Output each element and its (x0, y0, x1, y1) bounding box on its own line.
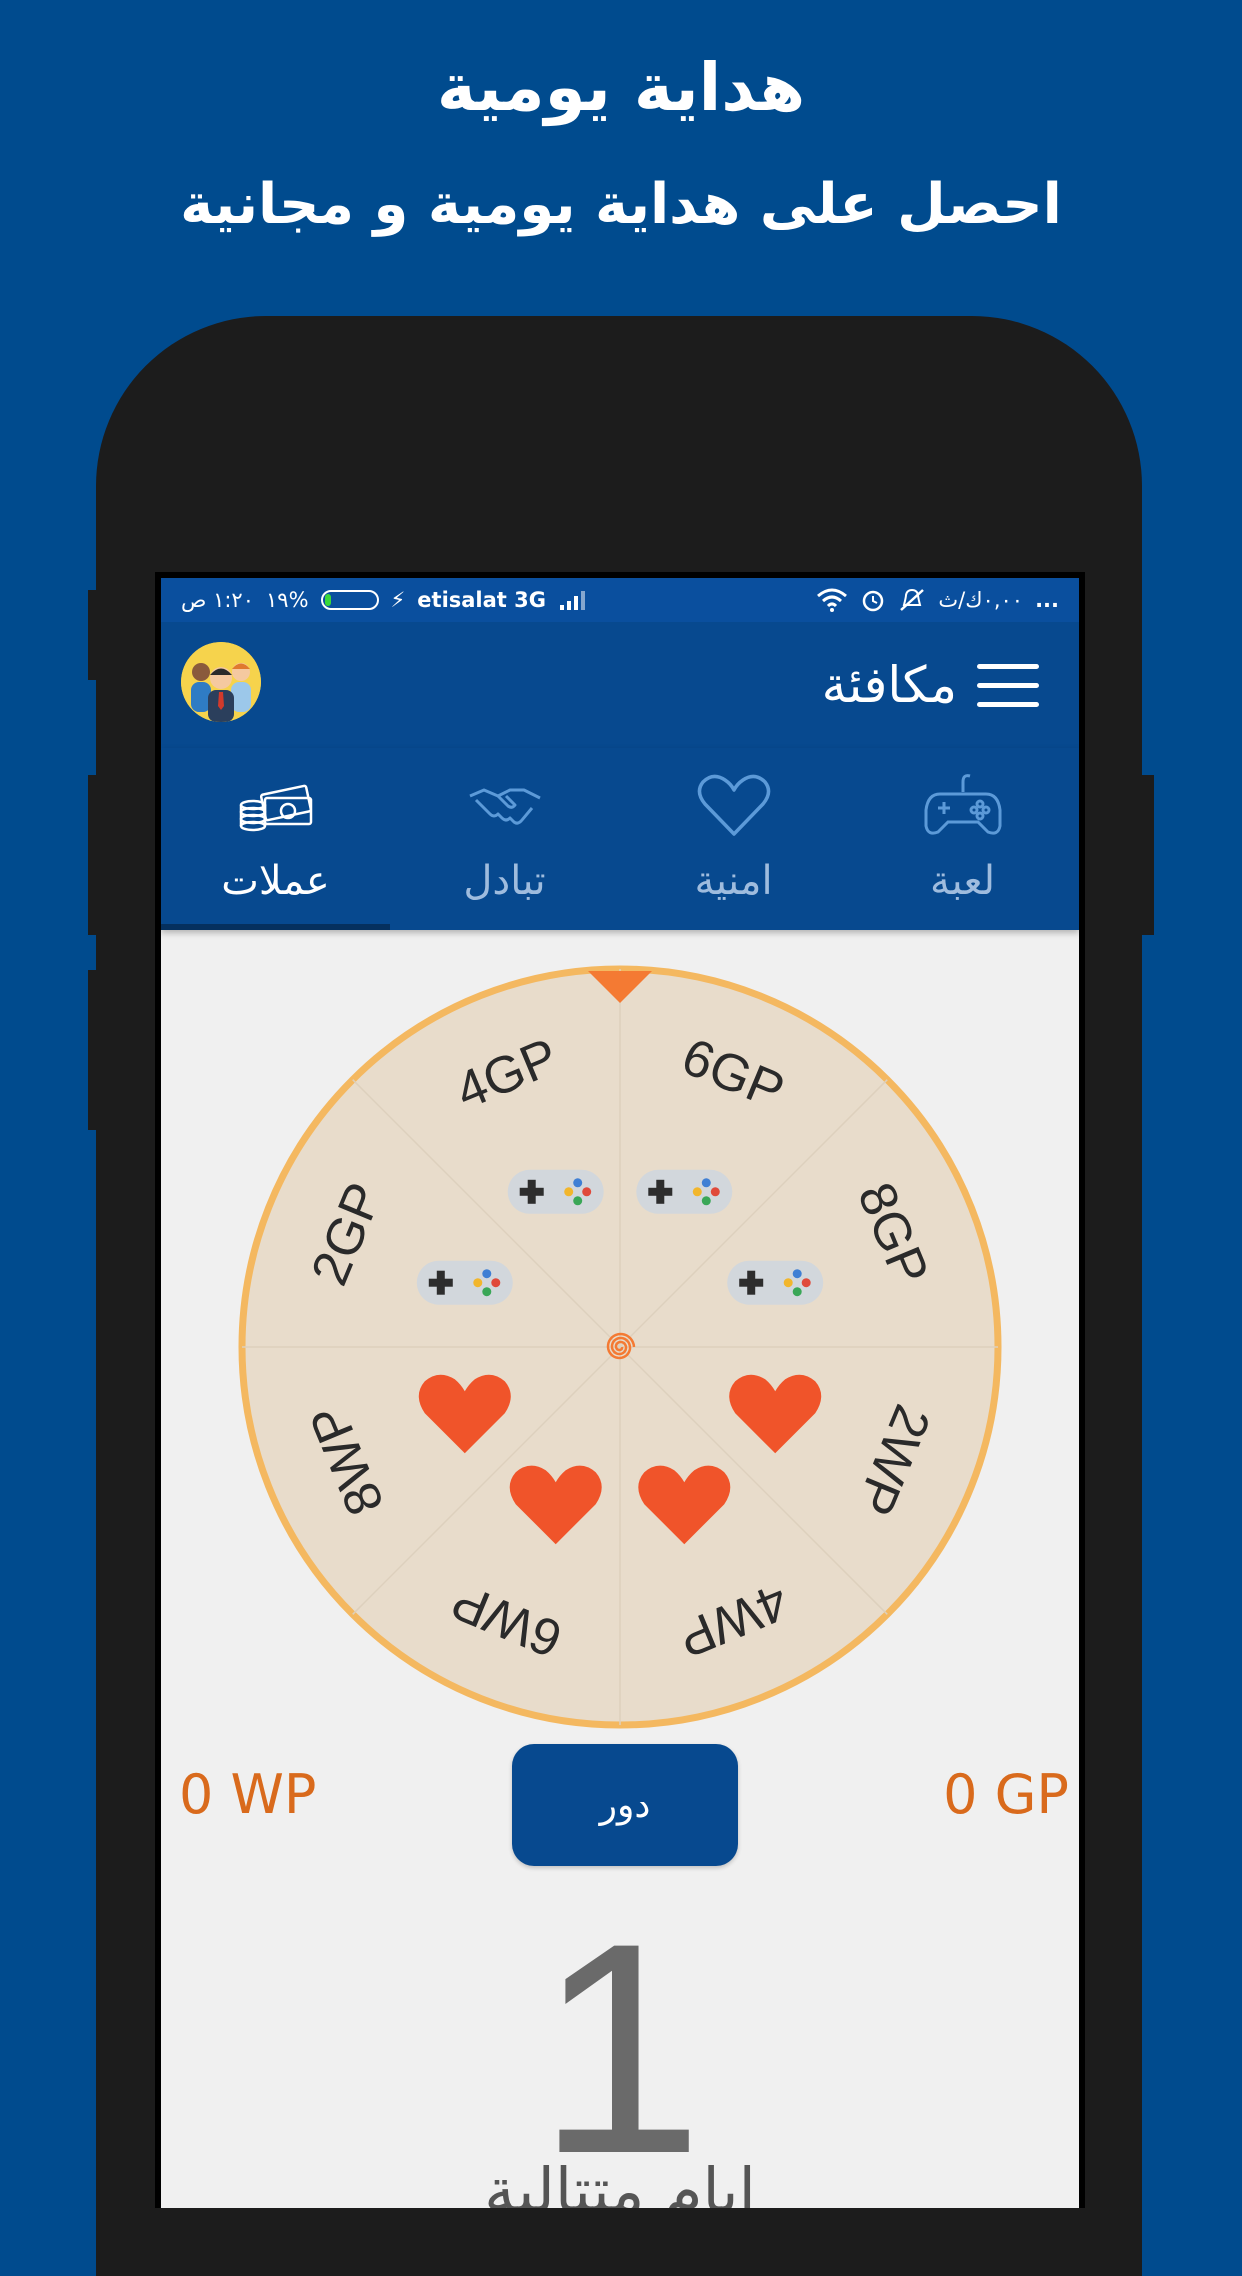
tab-game[interactable]: لعبة (848, 748, 1077, 930)
tab-label: تبادل (463, 858, 546, 904)
mute-icon (900, 588, 925, 611)
app-screen: ١:٢٠ ص ١٩% ⚡ etisalat 3G ٠,٠٠ك/ث ... مكا… (161, 578, 1079, 2208)
tab-label: امنية (694, 858, 773, 904)
users-group-icon (181, 642, 261, 722)
handshake-icon (469, 788, 541, 825)
phone-side-button (88, 970, 100, 1130)
profile-avatar[interactable] (181, 642, 261, 722)
phone-side-button (1142, 775, 1154, 935)
tab-label: لعبة (930, 858, 995, 904)
status-time: ١:٢٠ ص (181, 588, 254, 612)
tab-bar: عملات تبادل امنية لعبة (161, 748, 1079, 930)
carrier-name: etisalat 3G (417, 588, 546, 612)
status-bar: ١:٢٠ ص ١٩% ⚡ etisalat 3G ٠,٠٠ك/ث ... (161, 578, 1079, 622)
battery-percent: ١٩% (266, 588, 309, 612)
tab-coins[interactable]: عملات (161, 748, 390, 930)
tab-wish[interactable]: امنية (619, 748, 848, 930)
wheel-graphic: 6GP8GP2WP4WP6WP8WP2GP4GP (238, 965, 1002, 1729)
phone-side-button (88, 590, 100, 680)
gamepad-icon (636, 1169, 733, 1214)
heart-outline-icon (697, 774, 771, 836)
promo-subtitle: احصل على هداية يومية و مجانية (180, 172, 1062, 237)
signal-icon (560, 591, 585, 610)
streak-label: ايام متتالية (484, 2154, 756, 2208)
money-coins-icon (239, 784, 313, 832)
tab-exchange[interactable]: تبادل (390, 748, 619, 930)
promo-title: هداية يومية (436, 49, 806, 126)
hamburger-menu-icon[interactable] (977, 662, 1039, 710)
active-tab-indicator (161, 924, 390, 930)
phone-screen: ١:٢٠ ص ١٩% ⚡ etisalat 3G ٠,٠٠ك/ث ... مكا… (155, 572, 1085, 2208)
tab-label: عملات (221, 858, 330, 904)
spin-button[interactable]: دور (512, 1744, 738, 1866)
battery-icon (320, 590, 379, 610)
network-speed: ٠,٠٠ك/ث (938, 588, 1024, 612)
app-bar: مكافئة (161, 622, 1079, 748)
status-right: ٠,٠٠ك/ث ... (816, 587, 1059, 613)
wp-points: 0 WP (179, 1763, 317, 1826)
charging-icon: ⚡ (390, 588, 406, 612)
wifi-icon (817, 588, 848, 612)
gamepad-icon (507, 1169, 604, 1214)
prize-wheel[interactable]: 6GP 8GP 2WP 4WP 6WP 8WP 2GP 4GP (236, 963, 1004, 1731)
gamepad-icon (416, 1260, 513, 1305)
status-left: ١:٢٠ ص ١٩% ⚡ etisalat 3G (181, 588, 588, 612)
gamepad-icon (727, 1260, 824, 1305)
gp-points: 0 GP (943, 1763, 1069, 1826)
gamepad-icon (924, 774, 1002, 835)
app-title: مكافئة (821, 656, 957, 714)
phone-side-button (88, 775, 100, 935)
alarm-icon (863, 590, 884, 612)
overflow-dots: ... (1035, 588, 1059, 612)
